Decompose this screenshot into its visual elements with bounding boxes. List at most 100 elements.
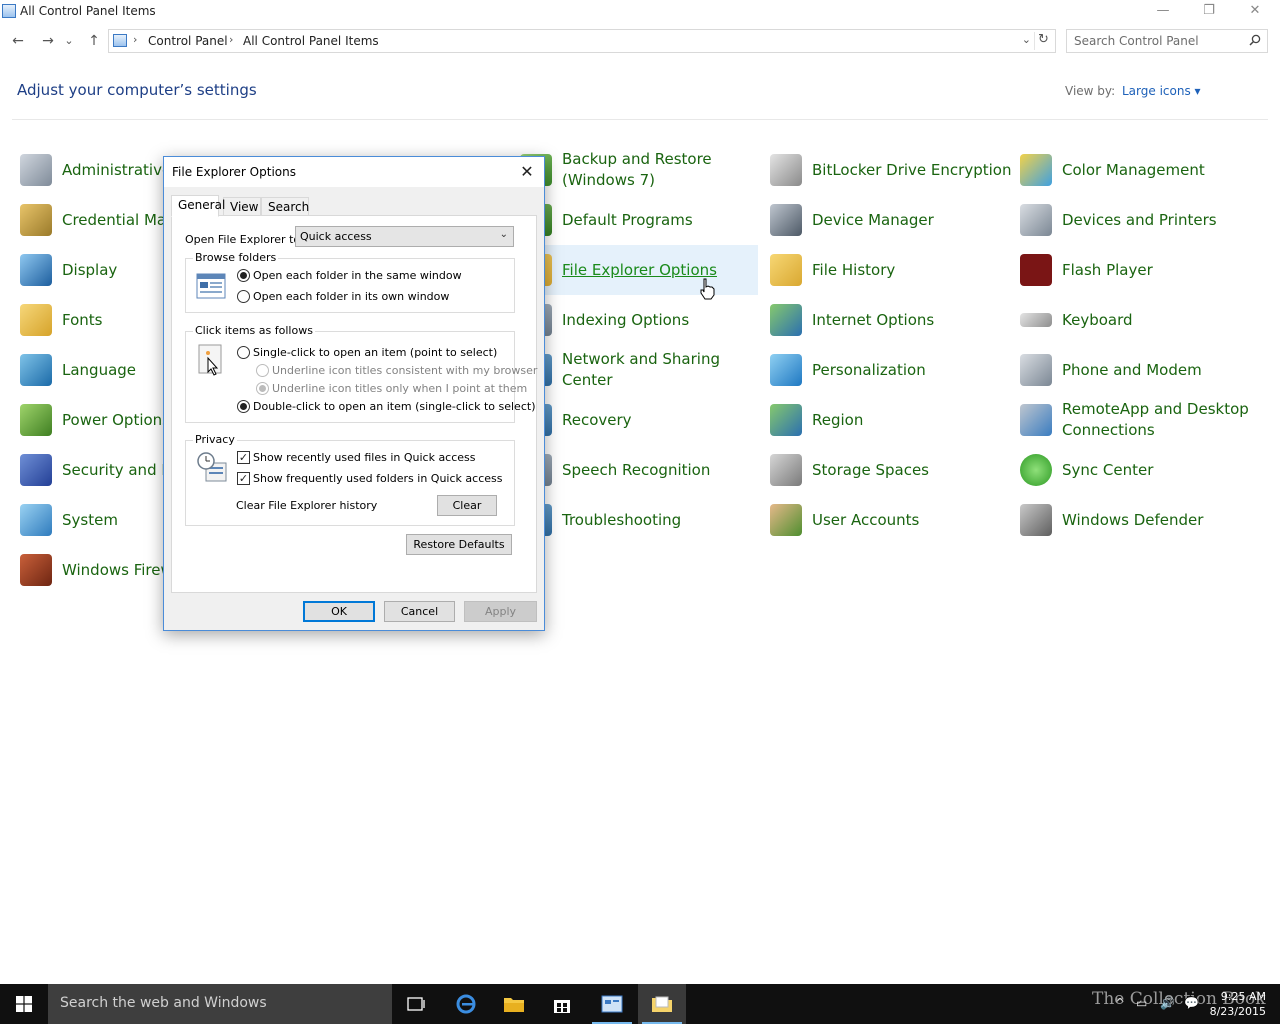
item-label: Device Manager xyxy=(812,210,934,229)
tab-search[interactable]: Search xyxy=(261,197,309,216)
control-panel-taskbar-button[interactable] xyxy=(588,984,636,1024)
search-input[interactable] xyxy=(1074,31,1244,51)
same-window-radio[interactable] xyxy=(237,269,250,282)
address-bar[interactable]: › Control Panel › All Control Panel Item… xyxy=(108,29,1056,53)
item-internet-options[interactable]: Internet Options xyxy=(766,295,1014,345)
item-label: Power Options xyxy=(62,410,170,429)
start-button[interactable] xyxy=(0,984,48,1024)
refresh-icon[interactable]: ↻ xyxy=(1034,32,1052,50)
volume-icon[interactable]: 🔊 xyxy=(1160,996,1175,1010)
search-icon[interactable] xyxy=(1249,34,1261,49)
taskbar: Search the web and Windows The Collectio… xyxy=(0,984,1280,1024)
back-button[interactable]: ← xyxy=(8,31,28,51)
printer-icon xyxy=(1020,204,1052,236)
control-panel-icon xyxy=(2,4,16,18)
restore-button[interactable]: ❐ xyxy=(1186,0,1232,24)
minimize-button[interactable]: — xyxy=(1140,0,1186,24)
action-center-icon[interactable]: 💬 xyxy=(1184,996,1199,1010)
item-backup-and-restore[interactable]: Backup and Restore (Windows 7) xyxy=(516,145,764,195)
item-speech-recognition[interactable]: Speech Recognition xyxy=(516,445,764,495)
power-options-icon xyxy=(20,404,52,436)
item-label: Recovery xyxy=(562,410,632,429)
item-indexing-options[interactable]: Indexing Options xyxy=(516,295,764,345)
close-button[interactable]: ✕ xyxy=(1232,0,1278,24)
apply-button[interactable]: Apply xyxy=(464,601,537,622)
underline-browser-radio[interactable] xyxy=(256,364,269,377)
clear-history-label: Clear File Explorer history xyxy=(236,499,378,512)
item-device-manager[interactable]: Device Manager xyxy=(766,195,1014,245)
breadcrumb-separator-icon[interactable]: › xyxy=(133,33,137,46)
item-user-accounts[interactable]: User Accounts xyxy=(766,495,1014,545)
open-to-dropdown[interactable]: Quick access ⌄ xyxy=(295,226,514,247)
defender-wall-icon xyxy=(1020,504,1052,536)
item-label: Internet Options xyxy=(812,310,935,329)
device-manager-icon xyxy=(770,204,802,236)
item-label: Default Programs xyxy=(562,210,693,229)
restore-defaults-button[interactable]: Restore Defaults xyxy=(406,534,512,555)
item-keyboard[interactable]: Keyboard xyxy=(1016,295,1264,345)
show-hidden-icons[interactable]: ^ xyxy=(1115,996,1125,1010)
item-network-and-sharing[interactable]: Network and Sharing Center xyxy=(516,345,764,395)
up-button[interactable]: ↑ xyxy=(84,31,104,51)
item-devices-and-printers[interactable]: Devices and Printers xyxy=(1016,195,1264,245)
file-explorer-icon xyxy=(504,998,524,1012)
own-window-radio[interactable] xyxy=(237,290,250,303)
breadcrumb-separator-icon[interactable]: › xyxy=(229,33,233,46)
item-recovery[interactable]: Recovery xyxy=(516,395,764,445)
item-file-explorer-options[interactable]: File Explorer Options xyxy=(510,245,758,295)
browse-folders-group: Browse folders Open each folder in the s… xyxy=(185,251,515,313)
item-bitlocker[interactable]: BitLocker Drive Encryption xyxy=(766,145,1014,195)
item-label: File History xyxy=(812,260,896,279)
forward-button[interactable]: → xyxy=(38,31,58,51)
network-icon[interactable]: ▭ xyxy=(1136,996,1147,1010)
item-windows-defender[interactable]: Windows Defender xyxy=(1016,495,1264,545)
divider xyxy=(12,119,1268,120)
underline-point-label: Underline icon titles only when I point … xyxy=(272,382,528,395)
file-explorer-options-taskbar-button[interactable] xyxy=(638,984,686,1024)
address-dropdown-icon[interactable]: ⌄ xyxy=(1022,33,1031,46)
tab-view[interactable]: View xyxy=(223,197,261,216)
item-troubleshooting[interactable]: Troubleshooting xyxy=(516,495,764,545)
single-click-radio[interactable] xyxy=(237,346,250,359)
double-click-radio[interactable] xyxy=(237,400,250,413)
group-title: Privacy xyxy=(193,433,237,446)
breadcrumb-all-items[interactable]: All Control Panel Items xyxy=(243,34,379,48)
taskbar-search-placeholder: Search the web and Windows xyxy=(60,995,267,1011)
item-default-programs[interactable]: Default Programs xyxy=(516,195,764,245)
firewall-icon xyxy=(20,554,52,586)
frequent-folders-checkbox[interactable]: ✓ xyxy=(237,472,250,485)
system-clock[interactable]: 9:25 AM 8/23/2015 xyxy=(1210,989,1266,1019)
item-sync-center[interactable]: Sync Center xyxy=(1016,445,1264,495)
recent-locations-button[interactable]: ⌄ xyxy=(62,31,76,51)
taskbar-search-box[interactable]: Search the web and Windows xyxy=(48,984,392,1024)
sync-icon xyxy=(1020,454,1052,486)
store-button[interactable] xyxy=(538,984,586,1024)
ok-button[interactable]: OK xyxy=(303,601,375,622)
item-color-management[interactable]: Color Management xyxy=(1016,145,1264,195)
item-region[interactable]: Region xyxy=(766,395,1014,445)
file-explorer-button[interactable] xyxy=(490,984,538,1024)
item-label: Devices and Printers xyxy=(1062,210,1217,229)
dialog-close-icon[interactable]: ✕ xyxy=(516,161,538,183)
hand-cursor-icon xyxy=(700,278,715,300)
page-title: Adjust your computer’s settings xyxy=(17,81,257,99)
title-bar: All Control Panel Items — ❐ ✕ xyxy=(0,0,1280,24)
cancel-button[interactable]: Cancel xyxy=(384,601,455,622)
item-storage-spaces[interactable]: Storage Spaces xyxy=(766,445,1014,495)
recent-files-checkbox[interactable]: ✓ xyxy=(237,451,250,464)
edge-button[interactable] xyxy=(442,984,490,1024)
task-view-button[interactable] xyxy=(392,984,440,1024)
underline-point-radio[interactable] xyxy=(256,382,269,395)
control-panel-taskbar-icon xyxy=(601,995,623,1013)
item-flash-player[interactable]: Flash Player xyxy=(1016,245,1264,295)
item-phone-and-modem[interactable]: Phone and Modem xyxy=(1016,345,1264,395)
item-label: Display xyxy=(62,260,118,279)
tab-general[interactable]: General xyxy=(171,195,225,217)
privacy-group: Privacy ✓ Show recently used files in Qu… xyxy=(185,433,515,526)
clear-button[interactable]: Clear xyxy=(437,495,497,516)
item-file-history[interactable]: File History xyxy=(766,245,1014,295)
item-remoteapp[interactable]: RemoteApp and Desktop Connections xyxy=(1016,395,1264,445)
view-by-dropdown[interactable]: Large icons ▾ xyxy=(1122,84,1201,98)
item-personalization[interactable]: Personalization xyxy=(766,345,1014,395)
breadcrumb-control-panel[interactable]: Control Panel xyxy=(148,34,228,48)
